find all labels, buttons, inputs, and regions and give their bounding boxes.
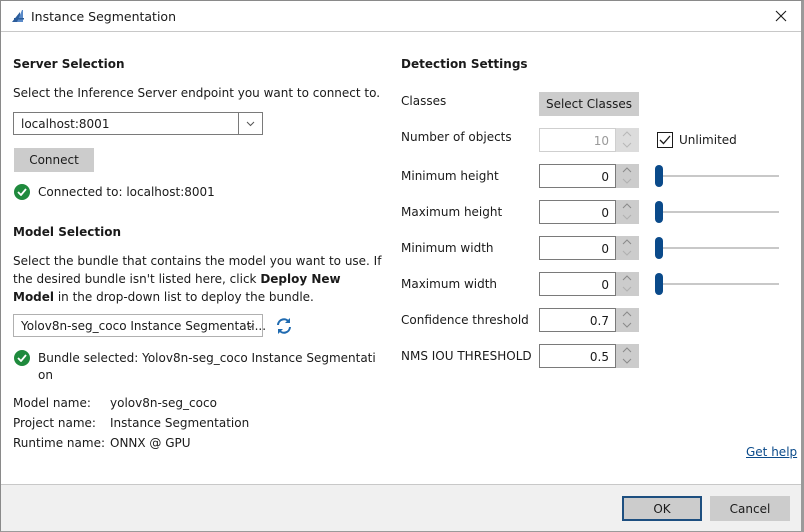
model-description: Select the bundle that contains the mode… [13, 254, 382, 304]
confidence-threshold-input[interactable]: 0.7 [539, 308, 616, 332]
runtime-name-value: ONNX @ GPU [110, 436, 191, 450]
bundle-dropdown-button[interactable] [238, 315, 262, 336]
refresh-button[interactable] [274, 316, 294, 336]
chevron-down-icon [622, 286, 632, 292]
chevron-down-icon [246, 323, 254, 328]
project-name-value: Instance Segmentation [110, 416, 250, 430]
maximum-height-slider[interactable] [655, 200, 779, 224]
slider-track [655, 211, 779, 213]
slider-thumb[interactable] [655, 237, 663, 259]
chevron-up-icon [622, 347, 632, 353]
confidence-threshold-label: Confidence threshold [401, 313, 529, 327]
classes-label: Classes [401, 94, 447, 108]
nms-iou-threshold-input[interactable]: 0.5 [539, 344, 616, 368]
minimum-width-spinbox[interactable]: 0 [539, 236, 639, 260]
chevron-up-icon [622, 131, 632, 137]
window-title: Instance Segmentation [31, 9, 176, 24]
endpoint-value: localhost:8001 [21, 117, 110, 131]
chevron-down-icon [622, 178, 632, 184]
chevron-up-icon [622, 167, 632, 173]
close-button[interactable] [769, 5, 793, 27]
slider-thumb[interactable] [655, 273, 663, 295]
minimum-height-spinbox[interactable]: 0 [539, 164, 639, 188]
chevron-down-icon [622, 322, 632, 328]
minimum-height-stepper[interactable] [616, 164, 639, 188]
minimum-height-input[interactable]: 0 [539, 164, 616, 188]
model-section-title: Model Selection [13, 225, 121, 239]
chevron-down-icon [622, 250, 632, 256]
checkmark-icon [659, 135, 671, 145]
project-name-label: Project name: [13, 416, 96, 430]
get-help-link[interactable]: Get help [746, 445, 797, 459]
check-circle-icon [14, 350, 30, 366]
endpoint-dropdown-button[interactable] [238, 113, 262, 134]
chevron-up-icon [622, 203, 632, 209]
model-name-label: Model name: [13, 396, 91, 410]
number-of-objects-label: Number of objects [401, 130, 512, 144]
slider-thumb[interactable] [655, 201, 663, 223]
maximum-width-slider[interactable] [655, 272, 779, 296]
detection-section-title: Detection Settings [401, 57, 528, 71]
number-of-objects-input[interactable]: 10 [539, 128, 616, 152]
dialog-window: Instance Segmentation Server Selection S… [0, 0, 804, 532]
confidence-threshold-stepper[interactable] [616, 308, 639, 332]
maximum-width-input[interactable]: 0 [539, 272, 616, 296]
chevron-down-icon [622, 214, 632, 220]
refresh-icon [277, 318, 291, 334]
bundle-status-line2: on [38, 368, 53, 382]
minimum-width-input[interactable]: 0 [539, 236, 616, 260]
minimum-width-stepper[interactable] [616, 236, 639, 260]
number-of-objects-stepper[interactable] [616, 128, 639, 152]
nms-iou-threshold-spinbox[interactable]: 0.5 [539, 344, 639, 368]
maximum-width-stepper[interactable] [616, 272, 639, 296]
chevron-up-icon [622, 275, 632, 281]
slider-track [655, 247, 779, 249]
nms-iou-threshold-label: NMS IOU THRESHOLD [401, 349, 532, 363]
connect-button[interactable]: Connect [14, 148, 94, 172]
maximum-height-input[interactable]: 0 [539, 200, 616, 224]
endpoint-combobox[interactable]: localhost:8001 [13, 112, 263, 135]
slider-thumb[interactable] [655, 165, 663, 187]
unlimited-checkbox[interactable] [657, 132, 673, 148]
close-icon [775, 10, 787, 22]
bundle-value: Yolov8n-seg_coco Instance Segmentati... [21, 319, 267, 333]
cancel-button[interactable]: Cancel [710, 496, 790, 521]
chevron-down-icon [622, 142, 632, 148]
nms-iou-threshold-stepper[interactable] [616, 344, 639, 368]
runtime-name-label: Runtime name: [13, 436, 106, 450]
maximum-height-stepper[interactable] [616, 200, 639, 224]
minimum-width-slider[interactable] [655, 236, 779, 260]
ok-button[interactable]: OK [622, 496, 702, 521]
chevron-up-icon [622, 311, 632, 317]
minimum-height-label: Minimum height [401, 169, 499, 183]
maximum-height-label: Maximum height [401, 205, 503, 219]
slider-track [655, 283, 779, 285]
title-bar: Instance Segmentation [1, 1, 801, 32]
maximum-height-spinbox[interactable]: 0 [539, 200, 639, 224]
app-logo-icon [11, 9, 25, 23]
number-of-objects-spinbox[interactable]: 10 [539, 128, 639, 152]
server-section-title: Server Selection [13, 57, 125, 71]
check-circle-icon [14, 184, 30, 200]
server-description: Select the Inference Server endpoint you… [13, 86, 381, 100]
unlimited-label: Unlimited [679, 133, 737, 147]
chevron-up-icon [622, 239, 632, 245]
bundle-status-line1: Bundle selected: Yolov8n-seg_coco Instan… [38, 351, 376, 365]
select-classes-button[interactable]: Select Classes [539, 92, 639, 116]
chevron-down-icon [246, 121, 255, 126]
maximum-width-label: Maximum width [401, 277, 498, 291]
model-name-value: yolov8n-seg_coco [110, 396, 217, 410]
minimum-width-label: Minimum width [401, 241, 494, 255]
slider-track [655, 175, 779, 177]
chevron-down-icon [622, 358, 632, 364]
maximum-width-spinbox[interactable]: 0 [539, 272, 639, 296]
confidence-threshold-spinbox[interactable]: 0.7 [539, 308, 639, 332]
connection-status: Connected to: localhost:8001 [38, 185, 215, 199]
minimum-height-slider[interactable] [655, 164, 779, 188]
bundle-combobox[interactable]: Yolov8n-seg_coco Instance Segmentati... [13, 314, 267, 337]
